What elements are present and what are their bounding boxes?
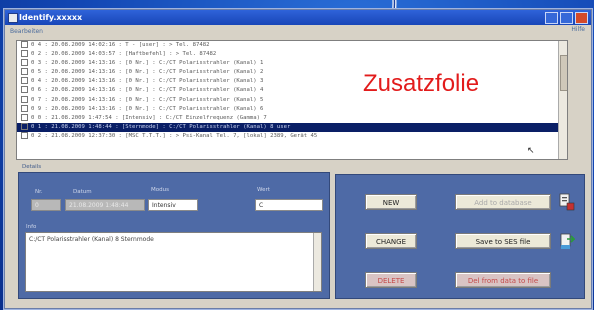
list-item[interactable]: 0 2 : 20.08.2009 14:03:57 : [Haftbefehl]… [17,50,567,59]
change-button[interactable]: CHANGE [365,233,417,249]
menu-help[interactable]: Hilfe [571,26,585,33]
label-nr: Nr. [35,189,43,195]
row-checkbox[interactable] [21,68,28,76]
memo-scrollbar[interactable] [313,233,321,291]
nr-field[interactable]: 0 [31,199,61,211]
database-icon[interactable] [559,192,575,212]
close-button[interactable] [575,12,588,24]
list-item[interactable]: 0 4 : 20.08.2009 14:13:16 : [0 Nr.] : C:… [17,77,567,86]
row-checkbox[interactable] [21,122,28,130]
maximize-button[interactable] [560,12,573,24]
row-checkbox[interactable] [21,59,28,67]
details-panel: Nr. Datum Modus Wert 0 21.08.2009 1:48:4… [18,172,330,299]
row-checkbox[interactable] [21,50,28,58]
info-memo-text: C:/CT Polarisstrahler (Kanal) 8 Sternmod… [29,236,154,243]
label-datum: Datum [73,189,92,195]
list-scrollbar[interactable] [558,41,567,159]
row-text: 0 2 : 21.08.2009 12:37:30 : [MSC T.T.T.]… [31,132,318,139]
delete-data-file-button[interactable]: Del from data to file [455,272,551,288]
details-section-label: Details [22,164,42,170]
actions-panel: NEW CHANGE DELETE Add to database Save t… [335,174,585,299]
row-checkbox[interactable] [21,131,28,139]
list-item[interactable]: 0 2 : 21.08.2009 12:37:30 : [MSC T.T.T.]… [17,131,567,141]
scrollbar-thumb[interactable] [560,55,567,91]
list-item[interactable]: 0 6 : 20.08.2009 14:13:16 : [0 Nr.] : C:… [17,86,567,95]
list-item[interactable]: 0 9 : 20.08.2009 14:13:16 : [0 Nr.] : C:… [17,104,567,114]
row-text: 0 3 : 20.08.2009 14:13:16 : [0 Nr.] : C:… [31,60,264,67]
app-icon [8,13,18,23]
row-text: 0 2 : 20.08.2009 14:03:57 : [Haftbefehl]… [31,51,217,58]
delete-button[interactable]: DELETE [365,272,417,288]
row-text: 0 6 : 20.08.2009 14:13:16 : [0 Nr.] : C:… [31,87,264,94]
row-text: 0 1 : 21.08.2009 1:48:44 : [Sternmode] :… [31,123,291,130]
row-checkbox[interactable] [21,41,28,48]
list-item[interactable]: 0 7 : 20.08.2009 14:13:16 : [0 Nr.] : C:… [17,95,567,105]
label-wert: Wert [257,187,270,193]
row-text: 0 7 : 20.08.2009 14:13:16 : [0 Nr.] : C:… [31,96,264,103]
row-checkbox[interactable] [21,86,28,94]
wert-field[interactable]: C [255,199,323,211]
record-list[interactable]: 0 4 : 20.08.2009 14:02:16 : T - [user] :… [16,40,568,160]
save-to-file-button[interactable]: Save to SES file [455,233,551,249]
list-item[interactable]: 0 5 : 20.08.2009 14:13:16 : [0 Nr.] : C:… [17,68,567,77]
list-item[interactable]: 0 1 : 21.08.2009 1:48:44 : [Sternmode] :… [17,122,567,132]
list-item[interactable]: 0 4 : 20.08.2009 14:02:16 : T - [user] :… [17,41,567,50]
export-icon[interactable] [559,231,575,251]
minimize-button[interactable] [545,12,558,24]
list-item[interactable]: 0 3 : 20.08.2009 14:13:16 : [0 Nr.] : C:… [17,59,567,68]
label-typ: Modus [151,187,169,193]
row-checkbox[interactable] [21,113,28,121]
window-title: Identify.xxxxx [19,13,83,22]
row-text: 0 4 : 20.08.2009 14:13:16 : [0 Nr.] : C:… [31,78,264,85]
menu-edit[interactable]: Bearbeiten [10,28,43,35]
mouse-cursor-icon: ↖ [527,146,535,156]
menu-row: Bearbeiten Hilfe [5,25,591,37]
new-button[interactable]: NEW [365,194,417,210]
row-text: 0 4 : 20.08.2009 14:02:16 : T - [user] :… [31,42,210,48]
window-buttons [545,12,588,24]
row-text: 0 5 : 20.08.2009 14:13:16 : [0 Nr.] : C:… [31,69,264,76]
record-rows: 0 4 : 20.08.2009 14:02:16 : T - [user] :… [17,41,567,141]
overlay-label: Zusatzfolie [361,70,482,98]
row-text: 0 9 : 20.08.2009 14:13:16 : [0 Nr.] : C:… [31,105,264,112]
row-checkbox[interactable] [21,77,28,85]
typ-field[interactable]: Intensiv [148,199,198,211]
info-memo[interactable]: C:/CT Polarisstrahler (Kanal) 8 Sternmod… [25,232,322,292]
row-checkbox[interactable] [21,95,28,103]
datum-field[interactable]: 21.08.2009 1:48:44 [65,199,145,211]
row-checkbox[interactable] [21,104,28,112]
title-bar: Identify.xxxxx [5,10,591,25]
list-item[interactable]: 0 0 : 21.08.2009 1:47:54 : [Intensiv] : … [17,113,567,123]
row-text: 0 0 : 21.08.2009 1:47:54 : [Intensiv] : … [31,114,267,121]
label-info: Info [26,224,37,230]
add-to-database-button[interactable]: Add to database [455,194,551,210]
